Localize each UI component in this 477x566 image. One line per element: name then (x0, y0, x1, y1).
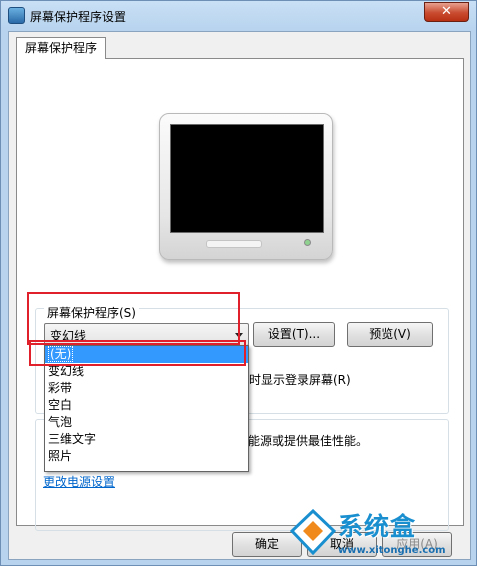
preview-screen (170, 124, 324, 233)
monitor-power-led (304, 239, 311, 246)
dropdown-option-label: 彩带 (48, 381, 73, 395)
annotation-box-group (27, 292, 240, 345)
preview-button[interactable]: 预览(V) (347, 322, 433, 347)
monitor-preview (159, 113, 333, 260)
annotation-box-none (29, 340, 246, 366)
tab-screensaver[interactable]: 屏幕保护程序 (16, 37, 107, 59)
dropdown-option[interactable]: 照片 (45, 448, 248, 465)
dropdown-option-label: 空白 (48, 398, 73, 412)
dropdown-option[interactable]: 彩带 (45, 380, 248, 397)
monitor-slot (206, 240, 262, 248)
watermark: 系统盒 www.xitonghe.com (288, 503, 476, 563)
change-power-settings-link[interactable]: 更改电源设置 (43, 473, 115, 490)
dropdown-option-label: 照片 (48, 449, 73, 463)
dropdown-option-label: 三维文字 (48, 432, 97, 446)
settings-button[interactable]: 设置(T)... (253, 322, 335, 347)
dropdown-option-label: 气泡 (48, 415, 73, 429)
title-bar[interactable]: 屏幕保护程序设置 ✕ (1, 1, 476, 29)
dialog-window: 屏幕保护程序设置 ✕ 屏幕保护程序 屏幕保护程序(S) 变幻线 设置(T)...… (0, 0, 477, 566)
screensaver-app-icon (8, 7, 25, 24)
dropdown-option[interactable]: 三维文字 (45, 431, 248, 448)
dropdown-option[interactable]: 空白 (45, 397, 248, 414)
watermark-brand: 系统盒 (338, 512, 417, 541)
window-title: 屏幕保护程序设置 (30, 10, 127, 24)
watermark-logo-icon (290, 509, 336, 555)
watermark-url: www.xitonghe.com (338, 545, 446, 556)
dropdown-option[interactable]: 气泡 (45, 414, 248, 431)
dropdown-option-label: 变幻线 (48, 364, 85, 378)
close-button[interactable]: ✕ (424, 2, 469, 22)
